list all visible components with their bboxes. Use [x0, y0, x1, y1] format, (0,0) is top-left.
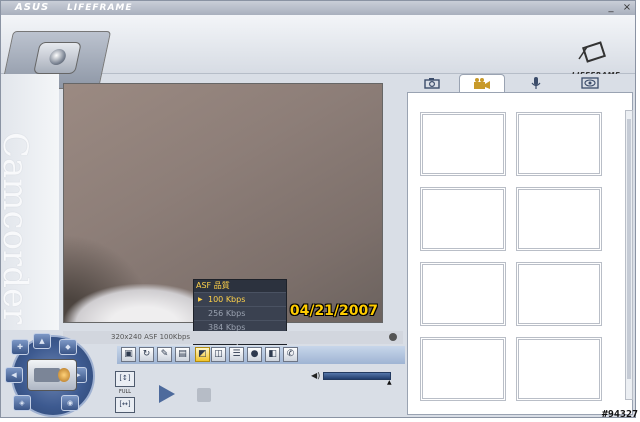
tab-view[interactable] — [567, 74, 613, 92]
gallery-panel — [405, 74, 635, 417]
list-icon[interactable]: ☰ — [229, 347, 244, 362]
mode-sidebar: Camcorder — [1, 74, 59, 330]
dial-upleft-button[interactable]: ✚ — [11, 339, 29, 355]
camera-icon — [424, 78, 440, 89]
fit-vertical-icon[interactable]: [↕] — [115, 371, 135, 387]
lifeframe-logo: LIFEFRAME — [565, 39, 627, 79]
group-icon[interactable]: ● — [247, 347, 262, 362]
scrollbar-thumb[interactable] — [627, 119, 631, 379]
thumbnail-slot[interactable] — [420, 337, 506, 401]
quality-menu-title: ASF 品質 — [194, 280, 286, 292]
brand-label: ASUS — [15, 2, 50, 13]
overlay-icon[interactable]: ◧ — [265, 347, 280, 362]
camcorder-body-icon — [34, 368, 60, 382]
camcorder-icon — [474, 78, 490, 89]
effects-icon[interactable]: ✎ — [157, 347, 172, 362]
mode-dial[interactable]: ▲ ◆ ✚ ◀ ▶ ◈ ◉ — [5, 333, 99, 417]
close-button[interactable]: × — [621, 2, 633, 13]
timer-icon[interactable]: ◫ — [211, 347, 226, 362]
header-banner: LIFEFRAME — [1, 15, 635, 89]
thumbnail-slot[interactable] — [516, 112, 602, 176]
title-bar: ASUS LIFEFRAME _ × — [1, 1, 635, 16]
image-icon[interactable]: ▣ — [121, 347, 136, 362]
status-strip: 320x240 ASF 100Kbps — [63, 331, 403, 344]
rotate-icon[interactable]: ↻ — [139, 347, 154, 362]
volume-thumb[interactable]: ▲ — [387, 379, 392, 386]
quality-icon[interactable]: ◩ — [195, 347, 210, 362]
settings-icon[interactable]: ✆ — [283, 347, 298, 362]
app-window: ASUS LIFEFRAME _ × LIFEFRAME Camcorder 0… — [0, 0, 636, 418]
thumbnail-slot[interactable] — [420, 262, 506, 326]
thumbnail-slot[interactable] — [420, 187, 506, 251]
volume-slider[interactable] — [323, 372, 391, 380]
lens-icon — [47, 49, 68, 65]
dial-up-button[interactable]: ▲ — [33, 333, 51, 349]
tab-photo[interactable] — [409, 74, 455, 92]
dial-upright-button[interactable]: ◆ — [59, 339, 77, 355]
thumbnail-slot[interactable] — [516, 187, 602, 251]
effects-toolbar: ▣ ↻ ✎ ▤ ◩ ◫ ☰ ● ◧ ✆ — [117, 346, 405, 364]
tab-audio[interactable] — [513, 74, 559, 92]
microphone-icon — [531, 77, 541, 89]
quality-option[interactable]: 256 Kbps — [194, 306, 286, 320]
gallery-scrollbar[interactable] — [625, 110, 633, 400]
frame-logo-icon — [578, 41, 606, 63]
watermark: #94327 — [601, 409, 638, 420]
app-title: LIFEFRAME — [67, 3, 133, 13]
mode-label: Camcorder — [0, 132, 35, 325]
thumbnail-slot[interactable] — [516, 337, 602, 401]
dial-downleft-button[interactable]: ◈ — [13, 395, 31, 411]
thumbnail-slot[interactable] — [516, 262, 602, 326]
stop-button[interactable] — [197, 388, 211, 402]
selected-arrow-icon: ▶ — [198, 296, 203, 303]
frame-icon[interactable]: ▤ — [175, 347, 190, 362]
video-timestamp: 04/21/2007 — [289, 303, 378, 319]
thumbnail-gallery — [407, 92, 633, 415]
camera-icon-large — [33, 42, 82, 74]
tab-video[interactable] — [459, 74, 505, 92]
quality-option[interactable]: ▶ 100 Kbps — [194, 292, 286, 306]
media-tabs — [405, 74, 635, 92]
minimize-button[interactable]: _ — [605, 2, 617, 13]
dial-left-button[interactable]: ◀ — [5, 367, 23, 383]
thumbnail-slot[interactable] — [420, 112, 506, 176]
dial-downright-button[interactable]: ◉ — [61, 395, 79, 411]
eye-icon — [581, 77, 599, 89]
camcorder-mode-icon[interactable] — [27, 359, 77, 391]
play-button[interactable] — [159, 385, 175, 403]
full-screen-control: [↕] FULL [↔] — [115, 371, 135, 415]
settings-gear-icon[interactable] — [389, 333, 397, 341]
fit-horizontal-icon[interactable]: [↔] — [115, 397, 135, 413]
volume-icon: ◀) — [311, 371, 321, 380]
full-label: FULL — [118, 389, 132, 395]
format-info: 320x240 ASF 100Kbps — [111, 333, 191, 341]
camcorder-lens-icon — [58, 368, 70, 382]
